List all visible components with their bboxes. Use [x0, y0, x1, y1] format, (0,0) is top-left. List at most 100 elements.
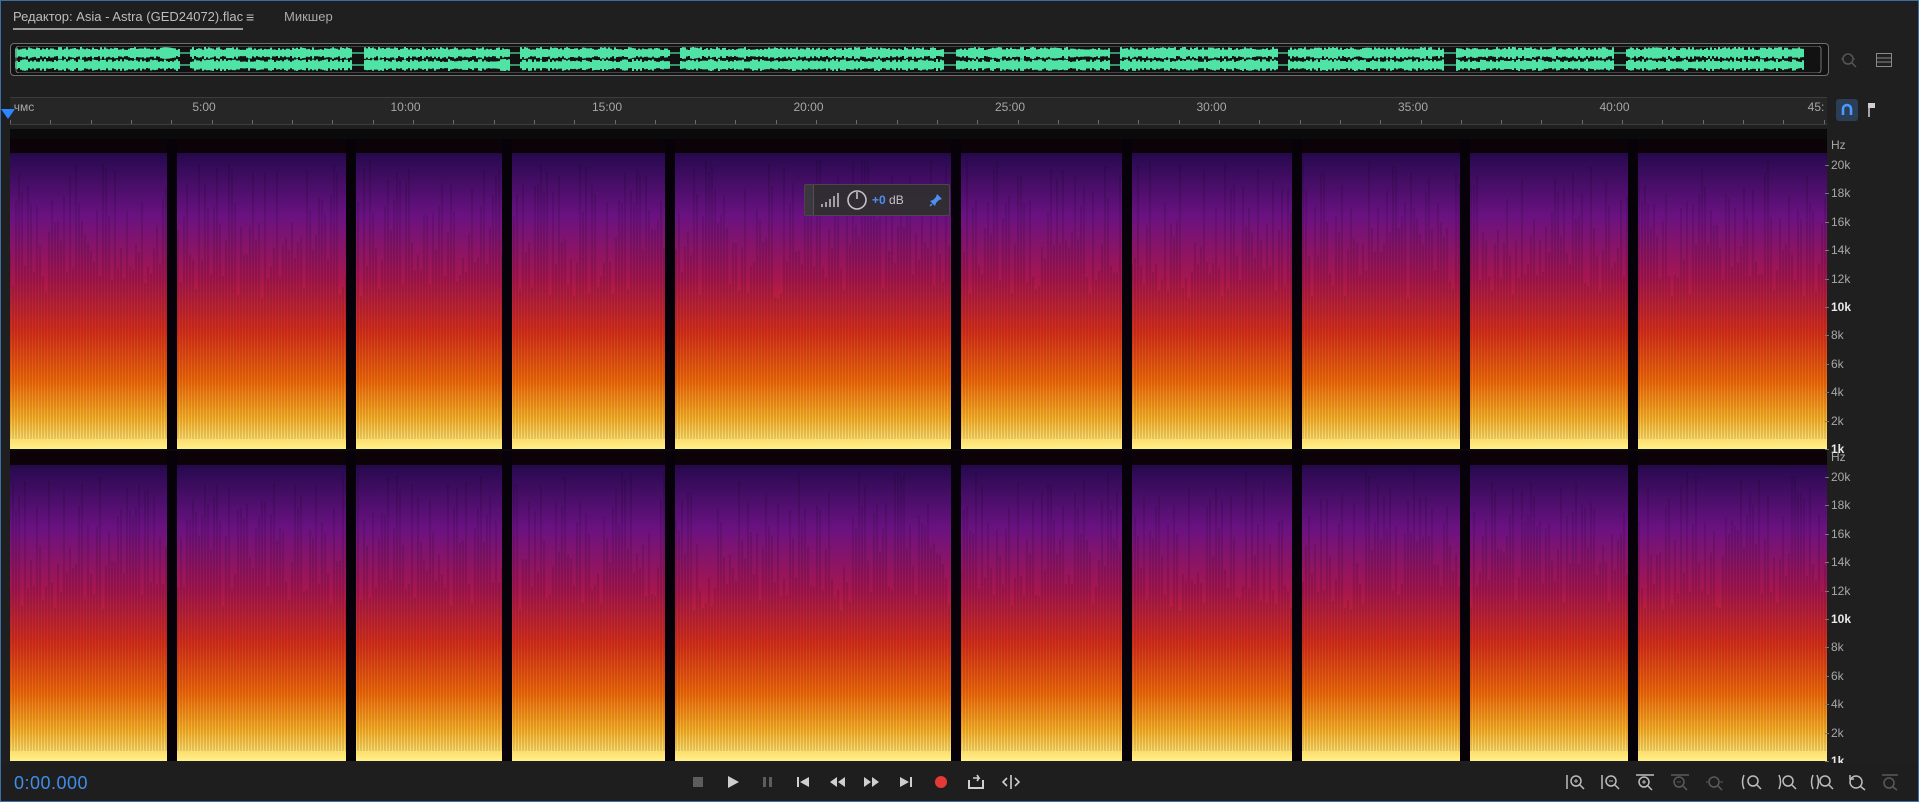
play-icon[interactable]	[721, 771, 745, 793]
skip-to-start-icon[interactable]	[791, 771, 815, 793]
overview-waveform-trace	[15, 47, 1804, 59]
zoom-out-point-icon[interactable]	[1774, 771, 1800, 793]
fast-forward-icon[interactable]	[859, 771, 883, 793]
ruler-tick	[1783, 120, 1785, 124]
ruler-tick	[735, 120, 737, 124]
zoom-selection-both-icon[interactable]	[1809, 771, 1835, 793]
zoom-selection-icon[interactable]	[1838, 49, 1860, 71]
frequency-label: 12k	[1831, 583, 1851, 598]
frequency-label: 8k	[1831, 328, 1844, 343]
ruler-tick	[614, 120, 616, 124]
spectrogram-top-band	[10, 451, 1827, 465]
track-gap	[665, 451, 675, 761]
zoom-out-full-icon[interactable]	[1877, 771, 1903, 793]
track-gap	[167, 451, 177, 761]
ruler-tick	[332, 120, 334, 124]
track-gap	[951, 139, 961, 449]
frequency-scale-left[interactable]: Hz 20k 18k 16k 14k 12k 10k 8k 6k 4k 2k 1k	[1825, 138, 1901, 456]
ruler-tick	[1622, 120, 1623, 124]
ruler-tick	[1581, 120, 1583, 124]
spectrogram-right-channel[interactable]	[10, 451, 1827, 761]
ruler-tick	[1702, 120, 1704, 124]
loop-playback-icon[interactable]	[964, 771, 988, 793]
zoom-out-time-icon[interactable]	[1667, 771, 1693, 793]
snap-icon[interactable]	[1836, 99, 1858, 121]
time-ruler[interactable]: чмс 5:00 10:00 15:00 20:00 25:00 30:00 35:00 40…	[10, 97, 1827, 125]
ruler-tick-label: 25:00	[994, 100, 1026, 114]
ruler-tick-label: 5:00	[192, 100, 216, 114]
transport-bar: 0:00.000	[1, 763, 1918, 801]
ruler-tick	[856, 120, 858, 124]
playhead-marker[interactable]	[1, 109, 15, 119]
ruler-tick-label: 45:	[1807, 100, 1825, 114]
rewind-icon[interactable]	[826, 771, 850, 793]
ruler-tick	[1098, 120, 1100, 124]
audio-editor-window: Редактор: Asia - Astra (GED24072).flac ≡…	[0, 0, 1919, 802]
panel-settings-icon[interactable]	[1873, 49, 1895, 71]
frequency-label: 14k	[1831, 555, 1851, 570]
frequency-scale-right[interactable]: Hz 20k 18k 16k 14k 12k 10k 8k 6k 4k 2k 1k	[1825, 450, 1901, 768]
current-time-display[interactable]: 0:00.000	[14, 773, 88, 794]
track-gap	[951, 451, 961, 761]
zoom-out-amplitude-icon[interactable]	[1597, 771, 1623, 793]
tab-mixer[interactable]: Микшер	[284, 9, 333, 24]
spectrogram-top-band	[10, 139, 1827, 153]
hud-drag-handle[interactable]	[805, 185, 814, 215]
zoom-full-icon[interactable]	[1702, 771, 1728, 793]
frequency-tick	[1825, 732, 1829, 734]
frequency-tick	[1825, 590, 1829, 592]
ruler-tick-label: 35:00	[1397, 100, 1429, 114]
stop-icon[interactable]	[686, 771, 710, 793]
ruler-tick	[896, 120, 898, 124]
ruler-tick-label: 15:00	[591, 100, 623, 114]
ruler-tick	[171, 120, 173, 124]
ruler-tick	[1823, 120, 1825, 124]
marker-icon[interactable]	[1861, 99, 1883, 121]
hud-gain-control[interactable]: +0 dB	[804, 184, 950, 216]
overview-waveform[interactable]	[10, 43, 1829, 76]
frequency-tick	[1825, 335, 1829, 337]
frequency-tick	[1825, 505, 1829, 507]
pause-icon[interactable]	[756, 771, 780, 793]
record-icon[interactable]	[929, 771, 953, 793]
frequency-label: 4k	[1831, 385, 1844, 400]
frequency-label: 16k	[1831, 214, 1851, 229]
zoom-in-point-icon[interactable]	[1739, 771, 1765, 793]
gain-value[interactable]: +0 dB	[872, 193, 904, 207]
ruler-tick-label: 10:00	[390, 100, 421, 114]
frequency-tick	[1825, 647, 1829, 649]
zoom-in-amplitude-icon[interactable]	[1562, 771, 1588, 793]
frequency-tick	[1825, 562, 1829, 564]
track-gap	[1122, 451, 1132, 761]
ruler-tick	[211, 120, 213, 124]
frequency-label: 6k	[1831, 356, 1844, 371]
frequency-label: 18k	[1831, 186, 1851, 201]
ruler-tick	[1742, 120, 1744, 124]
ruler-tick	[1259, 120, 1261, 124]
ruler-tick	[533, 120, 535, 124]
ruler-tick	[292, 120, 294, 124]
gain-knob-icon[interactable]	[846, 189, 868, 211]
zoom-reset-icon[interactable]	[1844, 771, 1870, 793]
frequency-tick	[1825, 420, 1829, 422]
zoom-in-time-icon[interactable]	[1632, 771, 1658, 793]
tab-editor[interactable]: Редактор: Asia - Astra (GED24072).flac	[13, 9, 244, 30]
spectral-display[interactable]	[10, 129, 1827, 761]
track-gap	[346, 451, 356, 761]
ruler-tick	[130, 120, 132, 124]
track-gap	[502, 139, 512, 449]
frequency-label: 10k	[1831, 300, 1852, 314]
ruler-tick	[1017, 120, 1019, 124]
frequency-label: 4k	[1831, 697, 1844, 712]
hamburger-icon[interactable]: ≡	[246, 9, 254, 25]
ruler-tick	[775, 120, 777, 124]
pin-icon[interactable]	[929, 193, 943, 207]
frequency-label: 6k	[1831, 668, 1844, 683]
skip-selection-icon[interactable]	[999, 771, 1023, 793]
ruler-tick	[90, 120, 92, 124]
frequency-tick	[1825, 761, 1829, 762]
level-meter-icon	[821, 193, 839, 207]
frequency-label: 16k	[1831, 526, 1851, 541]
ruler-tick-label: 20:00	[793, 100, 824, 114]
skip-to-end-icon[interactable]	[894, 771, 918, 793]
